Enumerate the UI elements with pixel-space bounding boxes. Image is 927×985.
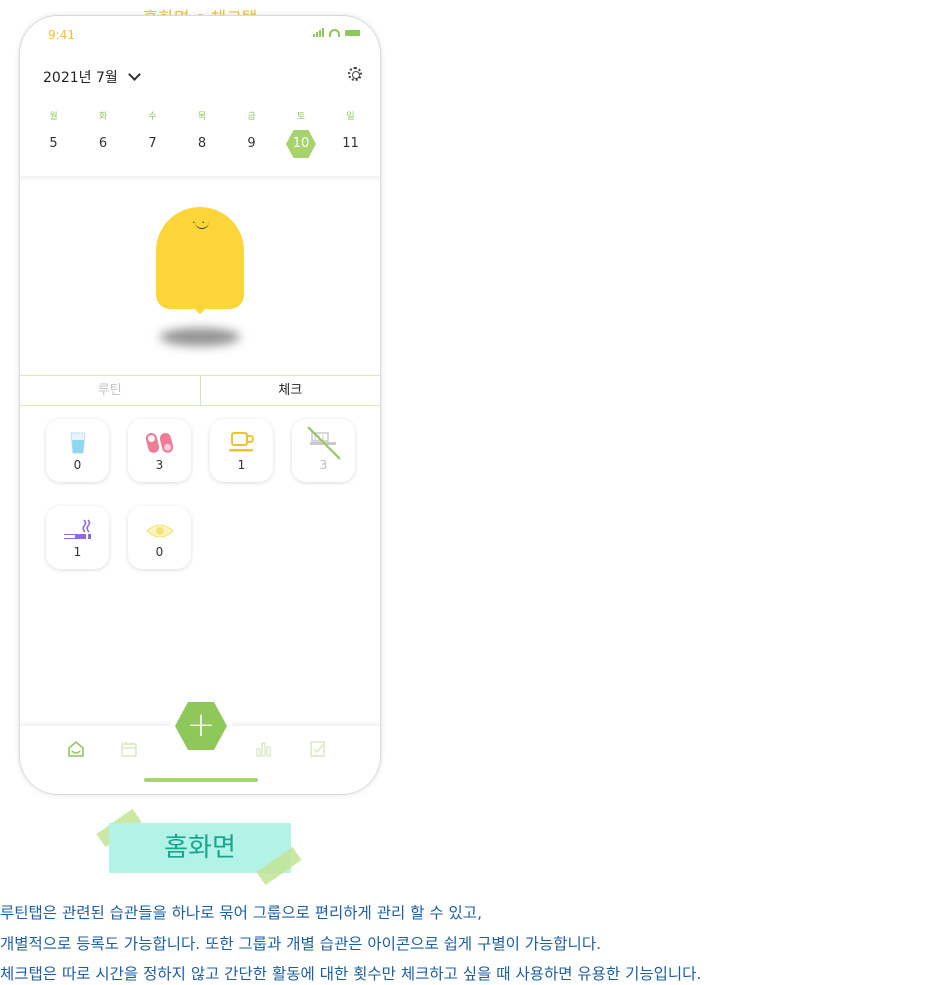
check-count: 3 <box>155 458 164 472</box>
calendar-header: 9:41 2021년 7월 월5 화6 수7 목8 금9 토 10 일 11 <box>20 16 380 176</box>
mascot-shadow <box>160 328 240 346</box>
day-sat-selected[interactable]: 토 10 <box>277 109 326 159</box>
description-line: 체크탭은 따로 시간을 정하지 않고 간단한 활동에 대한 횟수만 체크하고 싶… <box>0 965 702 983</box>
day-name: 일 <box>346 112 355 122</box>
stats-icon[interactable] <box>255 740 273 758</box>
month-label: 2021년 7월 <box>43 70 118 86</box>
tab-routine[interactable]: 루틴 <box>20 376 201 405</box>
check-item-water[interactable]: 0 <box>46 419 109 482</box>
day-tue[interactable]: 화6 <box>79 109 128 159</box>
phone-frame: 9:41 2021년 7월 월5 화6 수7 목8 금9 토 10 일 11 ·· … <box>20 16 380 794</box>
day-wed[interactable]: 수7 <box>128 109 177 159</box>
day-name: 토 <box>296 112 306 122</box>
check-item-eye[interactable]: 0 <box>128 506 191 569</box>
day-fri[interactable]: 금9 <box>227 109 276 159</box>
coffee-cup-icon <box>228 432 254 452</box>
check-items-grid: 0 3 1 3 1 0 <box>46 419 366 569</box>
check-count: 0 <box>73 458 82 472</box>
chevron-down-icon <box>127 68 141 81</box>
week-strip: 월5 화6 수7 목8 금9 토 10 일 11 <box>29 109 375 159</box>
day-name: 금 <box>247 112 256 122</box>
pills-icon <box>145 433 173 453</box>
day-number: 9 <box>247 136 256 151</box>
tab-bar: 루틴 체크 <box>20 375 380 406</box>
day-number: 11 <box>342 136 359 151</box>
day-sun[interactable]: 일 11 <box>326 109 375 159</box>
tab-check[interactable]: 체크 <box>201 376 381 405</box>
month-selector[interactable]: 2021년 7월 <box>43 67 141 87</box>
calendar-icon[interactable] <box>120 740 138 758</box>
description-line: 루틴탭은 관련된 습관들을 하나로 묶어 그룹으로 편리하게 관리 할 수 있고… <box>0 904 482 922</box>
status-time: 9:41 <box>48 28 75 42</box>
day-name: 월 <box>49 112 58 122</box>
day-thu[interactable]: 목8 <box>178 109 227 159</box>
gear-icon[interactable] <box>348 67 362 81</box>
description-text: 루틴탭은 관련된 습관들을 하나로 묶어 그룹으로 편리하게 관리 할 수 있고… <box>0 898 927 985</box>
note-icon[interactable] <box>309 740 327 758</box>
check-count: 1 <box>237 458 246 472</box>
water-glass-icon <box>69 432 86 454</box>
status-icons <box>313 28 360 37</box>
check-item-coffee[interactable]: 1 <box>210 419 273 482</box>
day-number-selected: 10 <box>277 129 326 159</box>
description-line: 개별적으로 등록도 가능합니다. 또한 그룹과 개별 습관은 아이콘으로 쉽게 … <box>0 934 602 953</box>
home-indicator <box>144 778 258 782</box>
wifi-icon <box>329 29 340 37</box>
check-count: 3 <box>319 458 328 472</box>
check-item-pills[interactable]: 3 <box>128 419 191 482</box>
day-name: 목 <box>197 112 207 122</box>
check-count: 1 <box>73 545 82 559</box>
check-count: 0 <box>155 545 164 559</box>
day-number: 6 <box>98 136 108 151</box>
check-item-toothbrush-disabled[interactable]: 3 <box>292 419 355 482</box>
cigarette-icon <box>63 519 91 539</box>
day-number: 7 <box>148 136 157 151</box>
signal-icon <box>313 28 324 37</box>
day-number: 8 <box>197 136 207 151</box>
eye-icon <box>145 524 174 538</box>
check-item-cigarette[interactable]: 1 <box>46 506 109 569</box>
home-icon[interactable] <box>67 740 85 758</box>
day-name: 화 <box>98 112 108 122</box>
day-number: 5 <box>49 136 58 151</box>
battery-icon <box>345 30 360 36</box>
day-name: 수 <box>148 112 157 122</box>
day-mon[interactable]: 월5 <box>29 109 78 159</box>
